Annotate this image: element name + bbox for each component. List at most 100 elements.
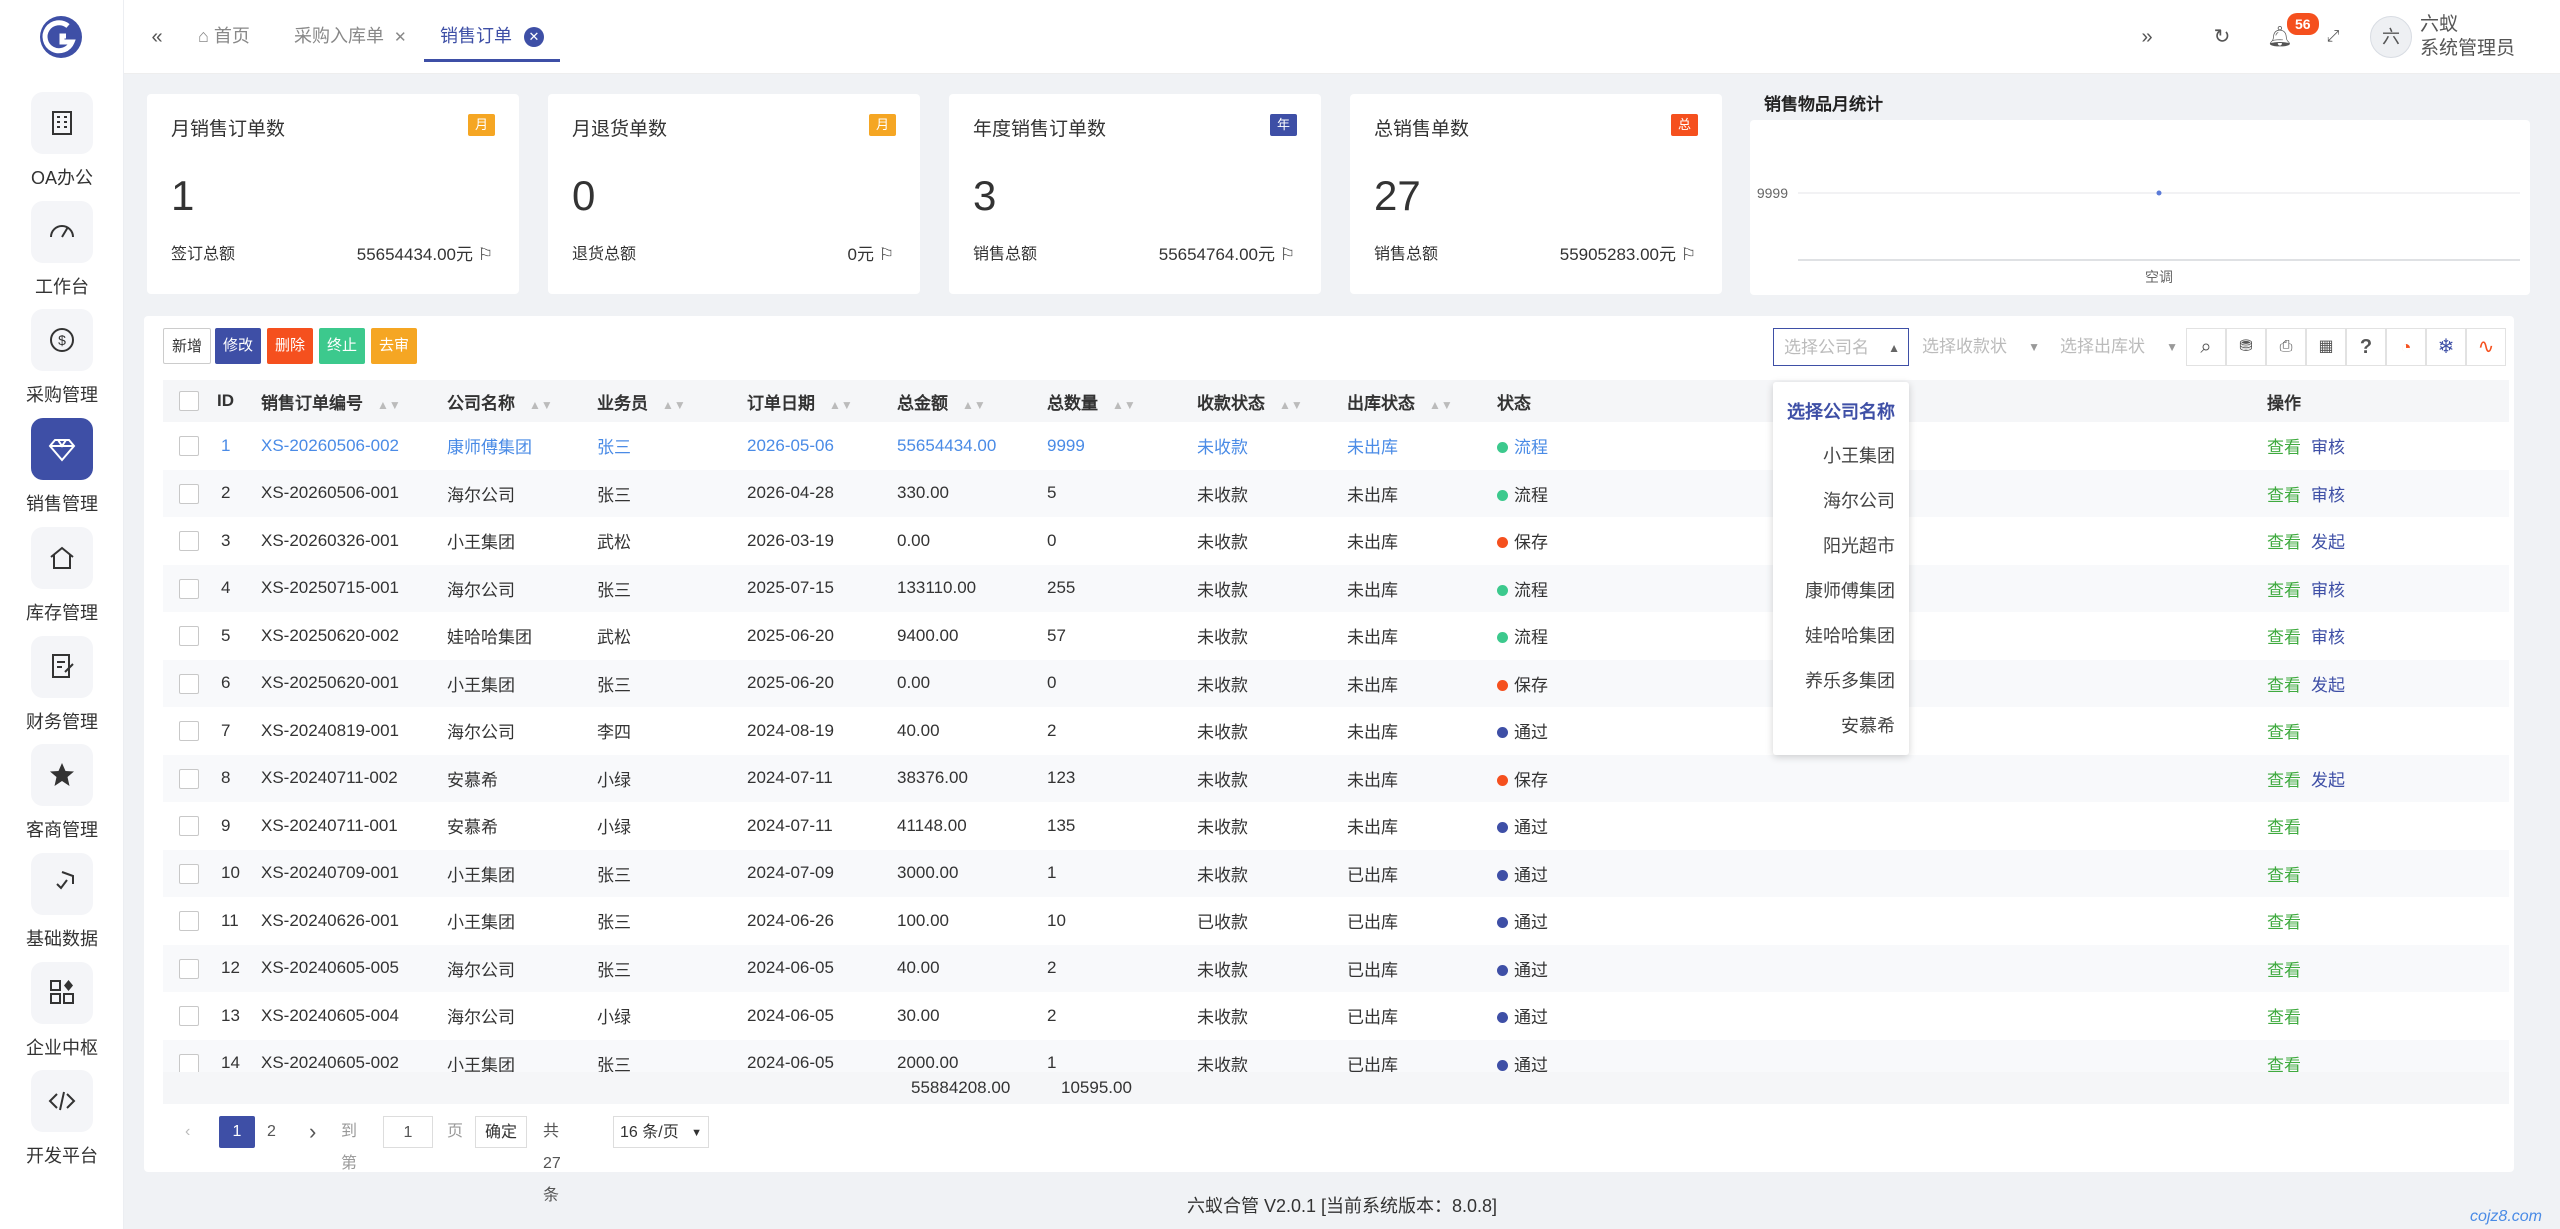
dropdown-option[interactable]: 小王集团 [1823, 442, 1895, 468]
action-link[interactable]: 发起 [2311, 771, 2345, 790]
row-checkbox[interactable] [163, 945, 217, 993]
col-code[interactable]: 销售订单编号 ▲▼ [261, 380, 447, 422]
action-link[interactable]: 发起 [2311, 676, 2345, 695]
columns-icon[interactable]: ▦ [2306, 328, 2346, 366]
tab-home[interactable]: ⌂ 首页 [198, 22, 250, 62]
more-tabs-icon[interactable]: » [2134, 24, 2160, 50]
add-button[interactable]: 新增 [163, 328, 212, 364]
sidebar-item-home[interactable]: 库存管理 [0, 526, 124, 627]
page-2[interactable]: 2 [267, 1116, 276, 1148]
snowflake-icon[interactable]: ❄ [2426, 328, 2466, 366]
outbound-status-select[interactable]: 选择出库状 ▼ [2050, 328, 2186, 366]
table-row[interactable]: 13 XS-20240605-004 海尔公司 小绿 2024-06-05 30.00 2 未… [163, 992, 2509, 1040]
table-row[interactable]: 3 XS-20260326-001 小王集团 武松 2026-03-19 0.00 0 未收款… [163, 517, 2509, 565]
page-1[interactable]: 1 [219, 1116, 255, 1148]
sidebar-item-building[interactable]: OA办公 [0, 92, 124, 192]
table-row[interactable]: 8 XS-20240711-002 安慕希 小绿 2024-07-11 38376.00 1… [163, 754, 2509, 803]
sidebar-item-apps[interactable]: 企业中枢 [0, 961, 124, 1062]
next-page-icon[interactable]: › [309, 1116, 316, 1148]
action-link[interactable]: 审核 [2311, 438, 2345, 457]
prev-page-icon[interactable]: ‹ [185, 1116, 190, 1148]
col-company[interactable]: 公司名称 ▲▼ [447, 380, 597, 422]
dropdown-option[interactable]: 阳光超市 [1823, 532, 1895, 558]
table-row[interactable]: 12 XS-20240605-005 海尔公司 张三 2024-06-05 40.00 2 未… [163, 944, 2509, 993]
row-checkbox[interactable] [163, 755, 217, 803]
delete-button[interactable]: 删除 [267, 328, 314, 364]
fullscreen-icon[interactable]: ⤢ [2320, 24, 2346, 50]
sidebar-item-finance[interactable]: 财务管理 [0, 635, 124, 736]
table-row[interactable]: 11 XS-20240626-001 小王集团 张三 2024-06-26 100.00 1… [163, 897, 2509, 945]
table-row[interactable]: 5 XS-20250620-002 娃哈哈集团 武松 2025-06-20 9400.00… [163, 612, 2509, 660]
view-link[interactable]: 查看 [2267, 581, 2301, 600]
help-icon[interactable]: ? [2346, 328, 2386, 366]
close-icon[interactable]: ✕ [394, 29, 407, 46]
row-checkbox[interactable] [163, 707, 217, 755]
print-icon[interactable]: ⎙ [2266, 328, 2306, 366]
tab-sales-order[interactable]: 销售订单 ✕ [424, 22, 560, 62]
view-link[interactable]: 查看 [2267, 818, 2301, 837]
pulse-icon[interactable]: ∿ [2466, 328, 2506, 366]
user-name[interactable]: 六蚁 系统管理员 [2420, 13, 2515, 61]
col-qty[interactable]: 总数量 ▲▼ [1047, 380, 1197, 422]
sidebar-item-code[interactable]: 开发平台 [0, 1070, 124, 1170]
view-link[interactable]: 查看 [2267, 913, 2301, 932]
row-checkbox[interactable] [163, 470, 217, 518]
dropdown-option[interactable]: 娃哈哈集团 [1805, 622, 1895, 648]
gauge-icon[interactable]: ◔ [2386, 328, 2426, 366]
stamp-icon[interactable]: ⛃ [2226, 328, 2266, 366]
col-out[interactable]: 出库状态 ▲▼ [1347, 380, 1497, 422]
company-select[interactable]: 选择公司名 ▲ [1773, 328, 1909, 366]
table-row[interactable]: 7 XS-20240819-001 海尔公司 李四 2024-08-19 40.00 2 未收… [163, 707, 2509, 755]
col-date[interactable]: 订单日期 ▲▼ [747, 380, 897, 422]
view-link[interactable]: 查看 [2267, 438, 2301, 457]
select-all-checkbox[interactable] [163, 380, 217, 422]
table-row[interactable]: 10 XS-20240709-001 小王集团 张三 2024-07-09 3000.00… [163, 849, 2509, 898]
sidebar-item-dollar[interactable]: $ 采购管理 [0, 309, 124, 409]
dropdown-option[interactable]: 海尔公司 [1823, 487, 1895, 513]
view-link[interactable]: 查看 [2267, 1008, 2301, 1027]
col-staff[interactable]: 业务员 ▲▼ [597, 380, 747, 422]
table-row[interactable]: 9 XS-20240711-001 安慕希 小绿 2024-07-11 41148.00 1… [163, 802, 2509, 850]
row-checkbox[interactable] [163, 422, 217, 470]
row-checkbox[interactable] [163, 897, 217, 945]
sidebar-item-dashboard[interactable]: 工作台 [0, 200, 124, 301]
view-link[interactable]: 查看 [2267, 628, 2301, 647]
row-checkbox[interactable] [163, 802, 217, 850]
action-link[interactable]: 审核 [2311, 628, 2345, 647]
sidebar-item-star[interactable]: 客商管理 [0, 744, 124, 844]
search-icon[interactable]: ⌕ [2186, 328, 2226, 366]
col-amount[interactable]: 总金额 ▲▼ [897, 380, 1047, 422]
col-pay[interactable]: 收款状态 ▲▼ [1197, 380, 1347, 422]
action-link[interactable]: 发起 [2311, 533, 2345, 552]
refresh-icon[interactable]: ↻ [2209, 24, 2235, 50]
view-link[interactable]: 查看 [2267, 961, 2301, 980]
confirm-button[interactable]: 确定 [475, 1116, 527, 1148]
table-row[interactable]: 2 XS-20260506-001 海尔公司 张三 2026-04-28 330.00 5 未… [163, 469, 2509, 518]
action-link[interactable]: 审核 [2311, 581, 2345, 600]
row-checkbox[interactable] [163, 612, 217, 660]
action-link[interactable]: 审核 [2311, 486, 2345, 505]
view-link[interactable]: 查看 [2267, 866, 2301, 885]
edit-button[interactable]: 修改 [215, 328, 262, 364]
table-row[interactable]: 1 XS-20260506-002 康师傅集团 张三 2026-05-06 5565443… [163, 422, 2509, 470]
dropdown-option[interactable]: 安慕希 [1841, 712, 1895, 738]
view-link[interactable]: 查看 [2267, 676, 2301, 695]
page-size-select[interactable]: 16 条/页 ▼ [613, 1116, 709, 1148]
avatar[interactable]: 六 [2370, 16, 2412, 58]
payment-status-select[interactable]: 选择收款状 ▼ [1912, 328, 2048, 366]
row-checkbox[interactable] [163, 517, 217, 565]
tab-purchase-inbound[interactable]: 采购入库单 ✕ [294, 22, 407, 62]
close-icon[interactable]: ✕ [524, 27, 544, 47]
row-checkbox[interactable] [163, 850, 217, 898]
stop-button[interactable]: 终止 [319, 328, 366, 364]
row-checkbox[interactable] [163, 660, 217, 708]
view-link[interactable]: 查看 [2267, 723, 2301, 742]
collapse-sidebar-icon[interactable]: « [144, 24, 170, 50]
view-link[interactable]: 查看 [2267, 486, 2301, 505]
row-checkbox[interactable] [163, 992, 217, 1040]
table-row[interactable]: 6 XS-20250620-001 小王集团 张三 2025-06-20 0.00 0 未收款… [163, 659, 2509, 708]
view-link[interactable]: 查看 [2267, 771, 2301, 790]
sidebar-item-shield[interactable]: 基础数据 [0, 852, 124, 953]
dropdown-option[interactable]: 养乐多集团 [1805, 667, 1895, 693]
sidebar-item-diamond[interactable]: 销售管理 [0, 418, 124, 518]
